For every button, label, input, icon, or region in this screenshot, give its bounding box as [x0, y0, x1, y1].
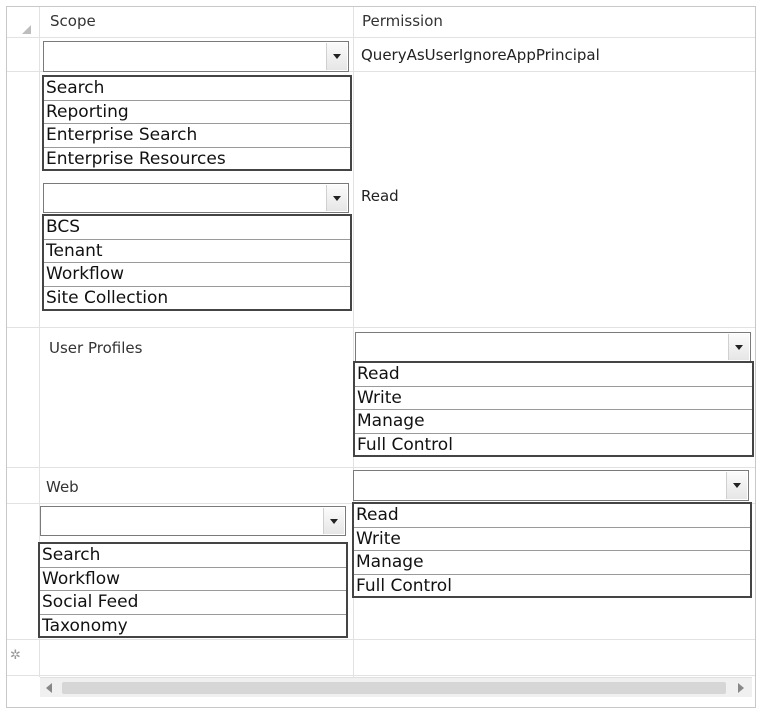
- row-divider: [7, 639, 755, 640]
- permission-dropdown-list: Read Write Manage Full Control: [353, 361, 754, 457]
- dropdown-option[interactable]: Workflow: [44, 263, 350, 287]
- chevron-down-icon[interactable]: [326, 185, 347, 211]
- scroll-left-icon[interactable]: [46, 683, 52, 693]
- chevron-down-icon[interactable]: [323, 508, 344, 534]
- dropdown-option[interactable]: Search: [44, 77, 350, 101]
- dropdown-option[interactable]: Write: [354, 528, 750, 551]
- scope-dropdown-list: Search Workflow Social Feed Taxonomy: [38, 542, 348, 638]
- dropdown-option[interactable]: Read: [354, 504, 750, 528]
- dropdown-option[interactable]: BCS: [44, 216, 350, 240]
- row-divider: [7, 467, 755, 468]
- dropdown-option[interactable]: Social Feed: [40, 591, 346, 615]
- permission-value: QueryAsUserIgnoreAppPrincipal: [361, 46, 600, 64]
- row-divider: [7, 675, 755, 676]
- permission-combobox[interactable]: [353, 470, 749, 501]
- permission-combobox[interactable]: [355, 332, 751, 362]
- dropdown-option[interactable]: Site Collection: [44, 287, 350, 311]
- scope-combobox[interactable]: [43, 183, 349, 213]
- dropdown-option[interactable]: Enterprise Search: [44, 124, 350, 148]
- dropdown-option[interactable]: Search: [40, 544, 346, 568]
- dropdown-option[interactable]: Workflow: [40, 568, 346, 591]
- permission-value: Read: [361, 187, 399, 205]
- scope-combobox[interactable]: [43, 41, 349, 72]
- scope-value: Web: [46, 478, 79, 496]
- scope-dropdown-list: BCS Tenant Workflow Site Collection: [42, 214, 352, 311]
- horizontal-scrollbar[interactable]: [40, 677, 752, 697]
- dropdown-option[interactable]: Read: [355, 363, 752, 387]
- dropdown-option[interactable]: Manage: [355, 410, 752, 434]
- dropdown-option[interactable]: Manage: [354, 551, 750, 575]
- dropdown-option[interactable]: Tenant: [44, 240, 350, 263]
- permission-dropdown-list: Read Write Manage Full Control: [352, 502, 752, 598]
- dropdown-option[interactable]: Enterprise Resources: [44, 148, 350, 172]
- dropdown-option[interactable]: Full Control: [355, 434, 752, 458]
- header-divider: [7, 37, 755, 38]
- dropdown-option[interactable]: Reporting: [44, 101, 350, 124]
- scope-value: User Profiles: [49, 339, 143, 357]
- row-divider: [7, 327, 755, 328]
- scroll-right-icon[interactable]: [738, 683, 744, 693]
- dropdown-option[interactable]: Taxonomy: [40, 615, 346, 639]
- dropdown-option[interactable]: Full Control: [354, 575, 750, 599]
- scrollbar-thumb[interactable]: [62, 682, 726, 694]
- scope-dropdown-list: Search Reporting Enterprise Search Enter…: [42, 75, 352, 171]
- dropdown-option[interactable]: Write: [355, 387, 752, 410]
- chevron-down-icon[interactable]: [728, 334, 749, 360]
- chevron-down-icon[interactable]: [726, 472, 747, 499]
- new-row-star-icon: ✲: [10, 648, 21, 663]
- scope-combobox[interactable]: [40, 506, 346, 536]
- scope-column-header[interactable]: Scope: [50, 12, 96, 30]
- select-all-triangle-icon[interactable]: [22, 25, 31, 34]
- chevron-down-icon[interactable]: [326, 43, 347, 70]
- permission-column-header[interactable]: Permission: [362, 12, 443, 30]
